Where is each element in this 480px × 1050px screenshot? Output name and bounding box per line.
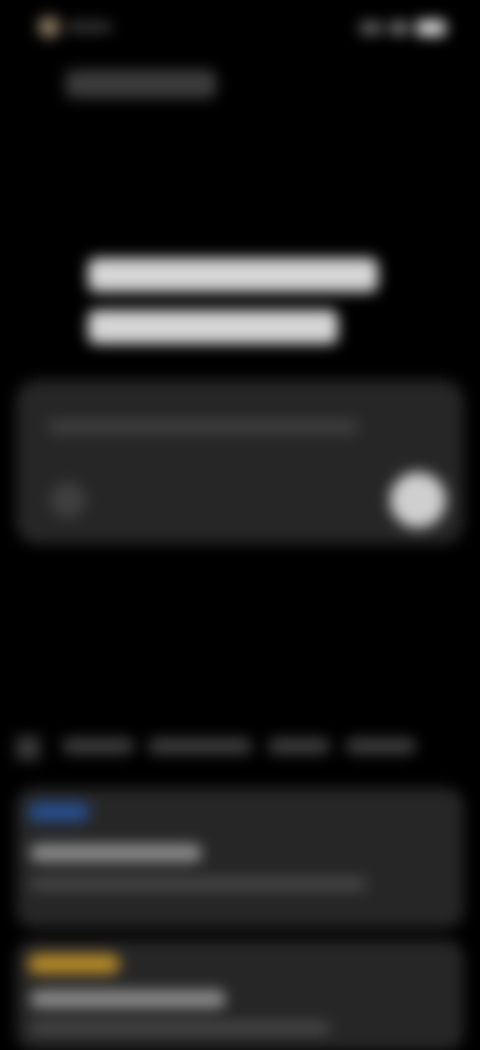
hero-heading bbox=[88, 258, 388, 362]
status-icons bbox=[360, 20, 446, 36]
hero-heading-line-2 bbox=[88, 310, 338, 344]
wifi-icon bbox=[390, 22, 408, 34]
card-tag bbox=[28, 802, 90, 822]
avatar-icon bbox=[38, 16, 60, 38]
card-description bbox=[30, 878, 366, 890]
attach-icon[interactable] bbox=[50, 482, 86, 518]
card-description bbox=[30, 1022, 330, 1034]
page-title bbox=[66, 70, 216, 98]
filter-chip-1[interactable] bbox=[62, 738, 134, 754]
card-title bbox=[30, 990, 226, 1008]
battery-icon bbox=[416, 20, 446, 36]
filter-chip-2[interactable] bbox=[148, 738, 252, 754]
filter-icon[interactable] bbox=[16, 736, 40, 760]
hero-heading-line-1 bbox=[88, 258, 378, 292]
status-time bbox=[66, 22, 112, 32]
app-root bbox=[0, 0, 480, 1050]
filter-chips bbox=[16, 728, 464, 764]
signal-icon bbox=[360, 22, 382, 34]
status-bar bbox=[0, 0, 480, 56]
send-button[interactable] bbox=[390, 472, 446, 528]
content-card-2[interactable] bbox=[16, 940, 464, 1050]
prompt-input[interactable] bbox=[48, 420, 358, 434]
card-tag bbox=[28, 954, 120, 974]
content-card-1[interactable] bbox=[16, 788, 464, 928]
card-title bbox=[30, 844, 202, 862]
prompt-input-card[interactable] bbox=[16, 380, 464, 544]
filter-chip-4[interactable] bbox=[346, 738, 416, 754]
filter-chip-3[interactable] bbox=[268, 738, 330, 754]
